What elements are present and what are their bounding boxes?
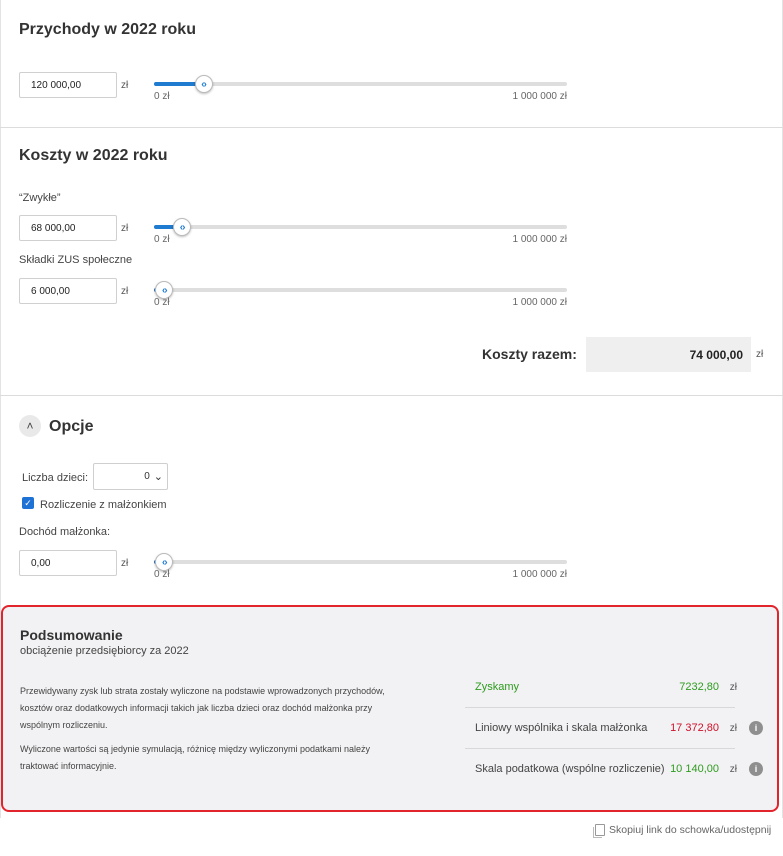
summary-disclaimer: Wyliczone wartości są jedynie symulacją,… — [20, 744, 371, 771]
result-row-gain: Zyskamy 7232,80 zł — [465, 667, 745, 707]
result-unit: zł — [729, 681, 737, 693]
children-count-label: Liczba dzieci: — [22, 472, 89, 484]
result-label: Zyskamy — [475, 681, 519, 693]
spouse-income-slider[interactable]: ‹› 0 zł 1 000 000 zł — [154, 553, 568, 582]
spouse-income-input[interactable]: 0,00 — [19, 550, 117, 576]
info-icon[interactable]: i — [749, 721, 763, 735]
result-label: Skala podatkowa (wspólne rozliczenie) — [475, 763, 665, 775]
revenue-section-title: Przychody w 2022 roku — [19, 21, 196, 38]
copy-link-label: Skopiuj link do schowka/udostępnij — [609, 824, 772, 836]
slider-max-label: 1 000 000 zł — [512, 234, 568, 245]
regular-costs-input[interactable]: 68 000,00 — [19, 215, 117, 241]
slider-handle[interactable]: ‹› — [194, 75, 213, 93]
result-row-linear: Liniowy wspólnika i skala małżonka 17 37… — [465, 708, 763, 748]
slider-max-label: 1 000 000 zł — [512, 569, 568, 580]
revenue-slider[interactable]: ‹› 0 zł 1 000 000 zł — [154, 75, 568, 104]
result-row-scale: Skala podatkowa (wspólne rozliczenie) 10… — [465, 749, 763, 789]
regular-costs-slider[interactable]: ‹› 0 zł 1 000 000 zł — [154, 218, 568, 247]
result-label: Liniowy wspólnika i skala małżonka — [475, 722, 648, 734]
copy-link-button[interactable]: Skopiuj link do schowka/udostępnij — [593, 824, 772, 838]
options-section-title: Opcje — [49, 418, 94, 435]
slider-track — [154, 288, 567, 292]
result-value: 7232,80 — [679, 681, 719, 693]
revenue-input[interactable]: 120 000,00 — [19, 72, 117, 98]
section-divider — [0, 127, 783, 128]
children-count-value: 0 — [144, 471, 150, 482]
copy-icon — [593, 824, 605, 838]
slider-handle[interactable]: ‹› — [173, 218, 192, 236]
slider-max-label: 1 000 000 zł — [512, 91, 568, 102]
costs-total-value: 74 000,00 — [586, 337, 751, 372]
chevron-down-icon: ⌄ — [153, 471, 163, 483]
summary-title: Podsumowanie — [20, 627, 123, 643]
result-value: 17 372,80 — [670, 722, 719, 734]
section-divider — [0, 395, 783, 396]
children-count-select[interactable]: 0 ⌄ — [93, 463, 168, 490]
summary-description: Przewidywany zysk lub strata zostały wyl… — [20, 686, 385, 730]
regular-costs-unit: zł — [121, 223, 129, 234]
slider-max-label: 1 000 000 zł — [512, 297, 568, 308]
costs-section-title: Koszty w 2022 roku — [19, 147, 168, 164]
result-value: 10 140,00 — [670, 763, 719, 775]
result-unit: zł — [729, 763, 737, 775]
slider-track — [154, 560, 567, 564]
zus-slider[interactable]: ‹› 0 zł 1 000 000 zł — [154, 281, 568, 310]
zus-label: Składki ZUS społeczne — [19, 254, 133, 266]
summary-subtitle: obciążenie przedsiębiorcy za 2022 — [20, 645, 189, 657]
chevron-up-icon[interactable]: ˄ — [19, 415, 41, 437]
slider-min-label: 0 zł — [154, 297, 170, 308]
revenue-unit: zł — [121, 80, 129, 91]
spouse-settlement-checkbox[interactable]: ✓ — [22, 497, 34, 509]
result-unit: zł — [729, 722, 737, 734]
slider-track — [154, 82, 567, 86]
info-icon[interactable]: i — [749, 762, 763, 776]
costs-total-label: Koszty razem: — [482, 346, 577, 362]
costs-total-unit: zł — [756, 349, 764, 360]
zus-input[interactable]: 6 000,00 — [19, 278, 117, 304]
slider-min-label: 0 zł — [154, 234, 170, 245]
spouse-income-unit: zł — [121, 558, 129, 569]
slider-min-label: 0 zł — [154, 91, 170, 102]
spouse-settlement-label: Rozliczenie z małżonkiem — [40, 499, 167, 511]
slider-track — [154, 225, 567, 229]
slider-min-label: 0 zł — [154, 569, 170, 580]
regular-costs-label: “Zwykłe” — [19, 192, 61, 204]
spouse-income-label: Dochód małżonka: — [19, 526, 111, 538]
zus-unit: zł — [121, 286, 129, 297]
